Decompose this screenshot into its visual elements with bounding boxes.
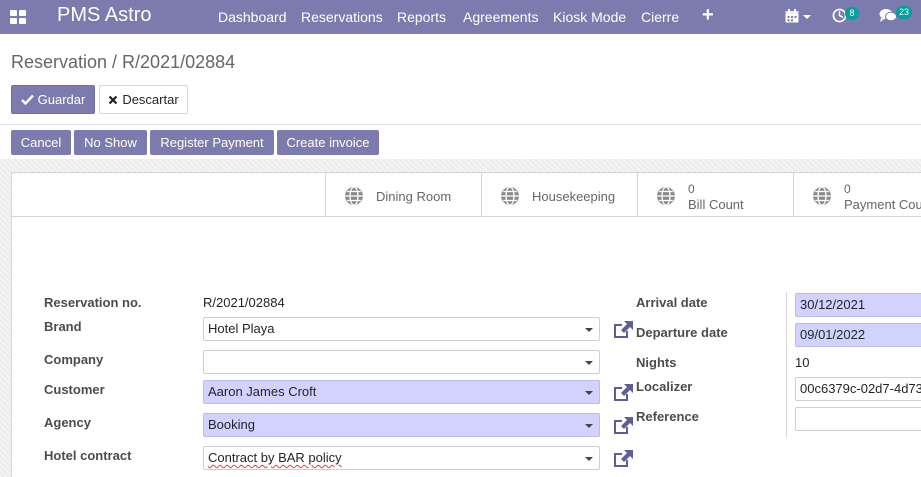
- arrival-date-input[interactable]: 30/12/2021: [795, 293, 921, 317]
- activity-count-badge: 8: [845, 7, 859, 20]
- company-select[interactable]: [203, 350, 600, 374]
- agency-label: Agency: [44, 415, 91, 430]
- external-link-icon[interactable]: [612, 416, 634, 436]
- agency-select[interactable]: Booking: [203, 413, 600, 437]
- close-icon: [109, 95, 118, 104]
- external-link-icon[interactable]: [612, 383, 634, 403]
- customer-select[interactable]: Aaron James Croft: [203, 380, 600, 404]
- menu-dashboard[interactable]: Dashboard: [218, 9, 287, 25]
- smart-button-bill-count[interactable]: 0 Bill Count: [637, 173, 793, 216]
- brand-label: Brand: [44, 319, 82, 334]
- discard-button[interactable]: Descartar: [99, 85, 188, 114]
- no-show-button[interactable]: No Show: [74, 130, 147, 155]
- app-brand: PMS Astro: [57, 4, 152, 26]
- register-payment-button[interactable]: Register Payment: [150, 130, 274, 155]
- brand-select[interactable]: Hotel Playa: [203, 317, 600, 341]
- customer-label: Customer: [44, 382, 105, 397]
- departure-date-label: Departure date: [636, 325, 728, 340]
- globe-icon: [345, 186, 363, 206]
- localizer-label: Localizer: [636, 379, 693, 394]
- external-link-icon[interactable]: [612, 449, 634, 469]
- top-navbar: PMS Astro Dashboard Reservations Reports…: [0, 0, 921, 34]
- chevron-down-icon[interactable]: [585, 391, 593, 395]
- hotel-contract-select[interactable]: Contract by BAR policy: [203, 446, 600, 470]
- calendar-dropdown-caret[interactable]: [803, 15, 811, 19]
- smart-button-housekeeping[interactable]: Housekeeping: [481, 173, 637, 216]
- chevron-down-icon[interactable]: [585, 361, 593, 365]
- menu-kiosk-mode[interactable]: Kiosk Mode: [553, 9, 626, 25]
- company-label: Company: [44, 352, 104, 367]
- menu-cierre[interactable]: Cierre: [641, 9, 679, 25]
- smart-label: Bill Count: [688, 197, 744, 212]
- brand-value: Hotel Playa: [208, 321, 275, 336]
- chat-icon[interactable]: [879, 8, 897, 23]
- smart-label: Dining Room: [376, 189, 452, 204]
- menu-agreements[interactable]: Agreements: [463, 9, 538, 25]
- menu-reservations[interactable]: Reservations: [301, 9, 383, 25]
- localizer-input[interactable]: 00c6379c-02d7-4d73: [795, 377, 921, 401]
- reference-input[interactable]: [795, 407, 921, 431]
- chevron-down-icon[interactable]: [585, 457, 593, 461]
- quick-create-button[interactable]: +: [702, 4, 714, 27]
- globe-icon: [813, 186, 831, 206]
- smart-label: Housekeeping: [532, 189, 616, 204]
- cancel-button[interactable]: Cancel: [11, 130, 71, 155]
- divider: [0, 124, 921, 125]
- chevron-down-icon[interactable]: [585, 424, 593, 428]
- smart-button-dining-room[interactable]: Dining Room: [325, 173, 481, 216]
- smart-count: 0: [688, 182, 695, 196]
- reservation-no-label: Reservation no.: [44, 295, 142, 310]
- save-button[interactable]: Guardar: [11, 85, 95, 114]
- apps-icon[interactable]: [10, 10, 26, 24]
- menu-reports[interactable]: Reports: [397, 9, 446, 25]
- globe-icon: [501, 186, 519, 206]
- agency-value: Booking: [208, 417, 255, 432]
- nights-value: 10: [795, 355, 810, 370]
- column-separator: [786, 292, 787, 437]
- external-link-icon[interactable]: [612, 320, 634, 340]
- arrival-date-label: Arrival date: [636, 295, 708, 310]
- breadcrumb: Reservation / R/2021/02884: [11, 52, 236, 72]
- check-icon: [20, 94, 34, 105]
- discard-label: Descartar: [122, 92, 179, 107]
- reference-label: Reference: [636, 409, 699, 424]
- hotel-contract-value: Contract by BAR policy: [208, 450, 342, 465]
- chevron-down-icon[interactable]: [585, 328, 593, 332]
- messages-count-badge: 23: [896, 6, 913, 19]
- departure-date-input[interactable]: 09/01/2022: [795, 323, 921, 347]
- reservation-no-value: R/2021/02884: [203, 295, 285, 310]
- smart-button-bar: Dining Room Housekeeping 0 Bill Count 0 …: [12, 173, 921, 217]
- globe-icon: [657, 186, 675, 206]
- smart-button-payment-count[interactable]: 0 Payment Cou: [793, 173, 921, 216]
- calendar-icon[interactable]: [785, 9, 799, 23]
- smart-count: 0: [844, 182, 851, 196]
- create-invoice-button[interactable]: Create invoice: [277, 130, 379, 155]
- save-label: Guardar: [37, 92, 86, 107]
- smart-label: Payment Cou: [844, 197, 921, 212]
- nights-label: Nights: [636, 355, 677, 370]
- customer-value: Aaron James Croft: [208, 384, 317, 399]
- hotel-contract-label: Hotel contract: [44, 448, 132, 463]
